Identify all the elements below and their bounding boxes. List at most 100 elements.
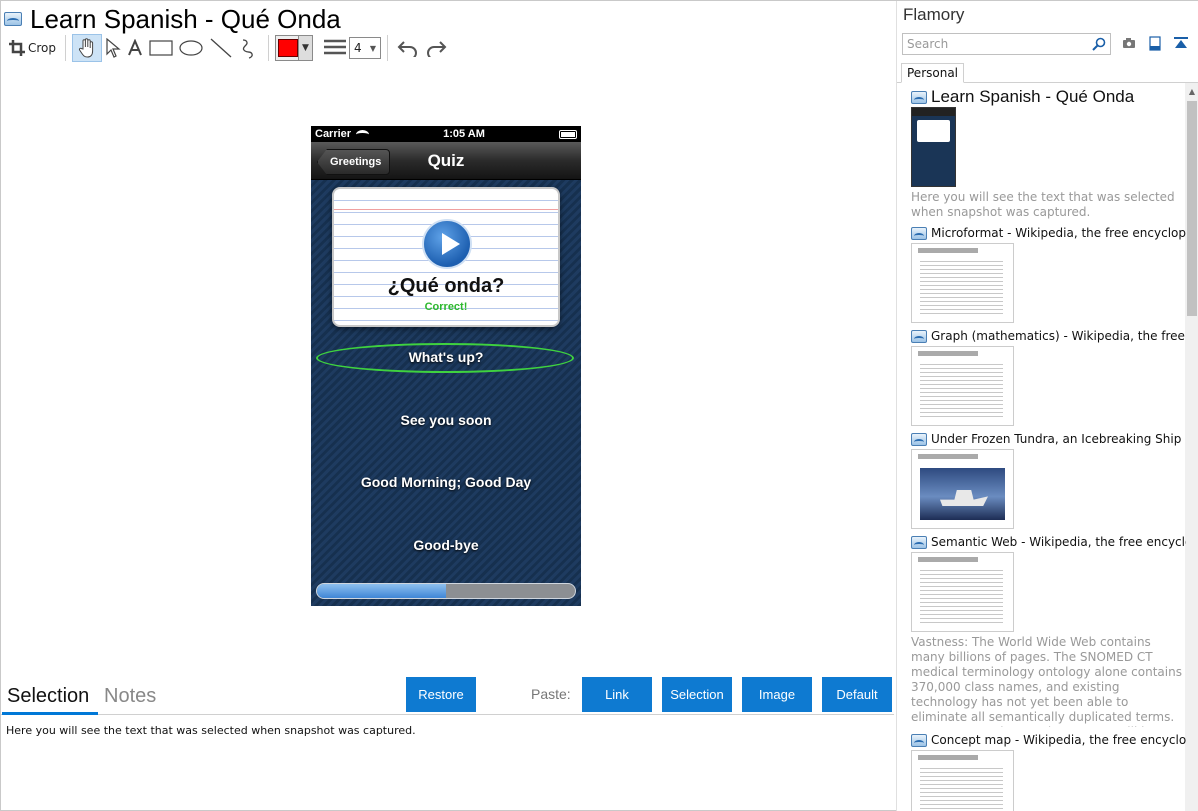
answer-option[interactable]: Good Morning; Good Day <box>311 474 581 490</box>
paste-label: Paste: <box>531 686 571 702</box>
line-tool-button[interactable] <box>206 35 236 61</box>
paste-selection-button[interactable]: Selection <box>662 677 732 712</box>
answer-option[interactable]: What's up? <box>311 349 581 365</box>
snapshot-icon <box>911 432 927 446</box>
snapshot-list: Learn Spanish - Qué Onda Here you will s… <box>911 87 1186 811</box>
flamory-panel: Flamory Search Personal ▲ Learn Spanish … <box>896 1 1198 811</box>
toolbar-divider <box>268 35 270 61</box>
search-placeholder: Search <box>907 37 949 51</box>
line-icon <box>210 38 232 58</box>
paste-default-button[interactable]: Default <box>822 677 892 712</box>
line-width-button[interactable] <box>321 35 349 61</box>
flamory-window: Learn Spanish - Qué Onda Crop ▼ 4 ▼ Carr… <box>0 0 1198 811</box>
snapshot-entry[interactable]: Graph (mathematics) - Wikipedia, the fre… <box>911 329 1186 426</box>
paste-link-button[interactable]: Link <box>582 677 652 712</box>
restore-button[interactable]: Restore <box>406 677 476 712</box>
snapshot-image[interactable]: Carrier 1:05 AM Greetings Quiz ¿Qué onda… <box>311 126 581 606</box>
line-width-icon <box>324 39 347 55</box>
tab-personal[interactable]: Personal <box>901 63 965 83</box>
wifi-icon <box>356 129 370 139</box>
toolbar-divider <box>65 35 67 61</box>
snapshot-icon <box>911 535 927 549</box>
freehand-tool-button[interactable] <box>236 35 262 61</box>
line-width-select[interactable]: 4 ▼ <box>349 37 382 59</box>
chevron-down-icon: ▼ <box>369 43 377 53</box>
snapshot-title: Under Frozen Tundra, an Icebreaking Ship… <box>931 432 1186 446</box>
tab-selection[interactable]: Selection <box>7 685 89 708</box>
hand-tool-button[interactable] <box>72 34 103 62</box>
ios-nav-bar: Greetings Quiz <box>311 142 581 180</box>
answer-option[interactable]: See you soon <box>311 412 581 428</box>
freehand-icon <box>242 39 253 59</box>
redo-button[interactable] <box>422 35 450 61</box>
snapshot-entry[interactable]: Semantic Web - Wikipedia, the free encyc… <box>911 535 1186 727</box>
toolbar-divider <box>387 35 389 61</box>
hand-icon <box>79 38 94 58</box>
collapse-up-icon[interactable] <box>1173 35 1189 51</box>
snapshot-entry[interactable]: Under Frozen Tundra, an Icebreaking Ship… <box>911 432 1186 529</box>
question-card: ¿Qué onda? Correct! <box>332 187 560 327</box>
text-tool-button[interactable] <box>124 35 146 61</box>
scrollbar-thumb[interactable] <box>1187 101 1197 316</box>
chevron-down-icon[interactable]: ▼ <box>298 36 313 60</box>
snapshot-thumbnail[interactable] <box>911 107 956 187</box>
redo-icon <box>427 41 447 57</box>
snapshot-description: Here you will see the text that was sele… <box>911 190 1175 219</box>
play-icon[interactable] <box>422 219 472 269</box>
scroll-up-arrow[interactable]: ▲ <box>1185 84 1198 98</box>
answer-option[interactable]: Good-bye <box>311 537 581 553</box>
snapshot-thumbnail[interactable] <box>911 243 1014 323</box>
ellipse-tool-button[interactable] <box>176 35 206 61</box>
answer-result: Correct! <box>424 301 468 313</box>
snapshot-icon <box>911 226 927 240</box>
rectangle-tool-button[interactable] <box>146 35 176 61</box>
snapshot-icon <box>911 329 927 343</box>
color-picker[interactable]: ▼ <box>275 35 314 61</box>
snapshot-title: Semantic Web - Wikipedia, the free encyc… <box>931 535 1186 549</box>
pointer-tool-button[interactable] <box>102 35 124 61</box>
snapshot-icon <box>911 90 927 104</box>
snapshot-title: Concept map - Wikipedia, the free encycl… <box>931 733 1186 747</box>
snapshot-thumbnail[interactable] <box>911 552 1014 632</box>
greetings-back-button[interactable]: Greetings <box>317 149 391 175</box>
snapshot-entry[interactable]: Concept map - Wikipedia, the free encycl… <box>911 733 1186 811</box>
snapshot-thumbnail[interactable] <box>911 346 1014 426</box>
rectangle-icon <box>149 40 173 56</box>
page-title: Learn Spanish - Qué Onda <box>30 3 341 34</box>
ios-status-bar: Carrier 1:05 AM <box>311 126 581 142</box>
snapshot-thumbnail[interactable] <box>911 449 1014 529</box>
status-time: 1:05 AM <box>443 128 485 140</box>
tab-notes[interactable]: Notes <box>104 685 156 708</box>
selection-text: Here you will see the text that was sele… <box>6 724 416 737</box>
snapshot-icon <box>4 12 22 26</box>
panel-actions <box>1121 35 1189 51</box>
snapshot-entry[interactable]: Microformat - Wikipedia, the free encycl… <box>911 226 1186 323</box>
panel-title: Flamory <box>903 5 965 24</box>
line-width-value: 4 <box>354 41 362 55</box>
undo-button[interactable] <box>394 35 422 61</box>
quiz-body: ¿Qué onda? Correct! What's up? See you s… <box>311 180 581 606</box>
search-input[interactable]: Search <box>902 33 1111 55</box>
crop-icon <box>9 40 25 56</box>
document-icon[interactable] <box>1147 35 1163 51</box>
camera-icon[interactable] <box>1121 35 1137 51</box>
snapshot-title: Graph (mathematics) - Wikipedia, the fre… <box>931 329 1186 343</box>
title-row: Learn Spanish - Qué Onda <box>4 4 341 34</box>
ellipse-icon <box>179 40 203 56</box>
undo-icon <box>397 41 418 57</box>
paste-image-button[interactable]: Image <box>742 677 812 712</box>
snapshot-thumbnail[interactable] <box>911 750 1014 811</box>
question-phrase: ¿Qué onda? <box>387 275 505 297</box>
snapshot-icon <box>911 733 927 747</box>
search-icon[interactable] <box>1092 37 1106 51</box>
quiz-progress-bar <box>316 583 576 599</box>
arrow-pointer-icon <box>106 38 121 58</box>
crop-label: Crop <box>28 41 57 55</box>
snapshot-description: Vastness: The World Wide Web contains ma… <box>911 635 1182 727</box>
crop-button[interactable]: Crop <box>6 35 59 61</box>
carrier-label: Carrier <box>315 128 352 140</box>
annotation-toolbar: Crop ▼ 4 ▼ <box>6 34 450 62</box>
quiz-progress-fill <box>317 584 446 598</box>
text-icon <box>128 39 142 56</box>
snapshot-entry[interactable]: Learn Spanish - Qué Onda Here you will s… <box>911 87 1186 220</box>
